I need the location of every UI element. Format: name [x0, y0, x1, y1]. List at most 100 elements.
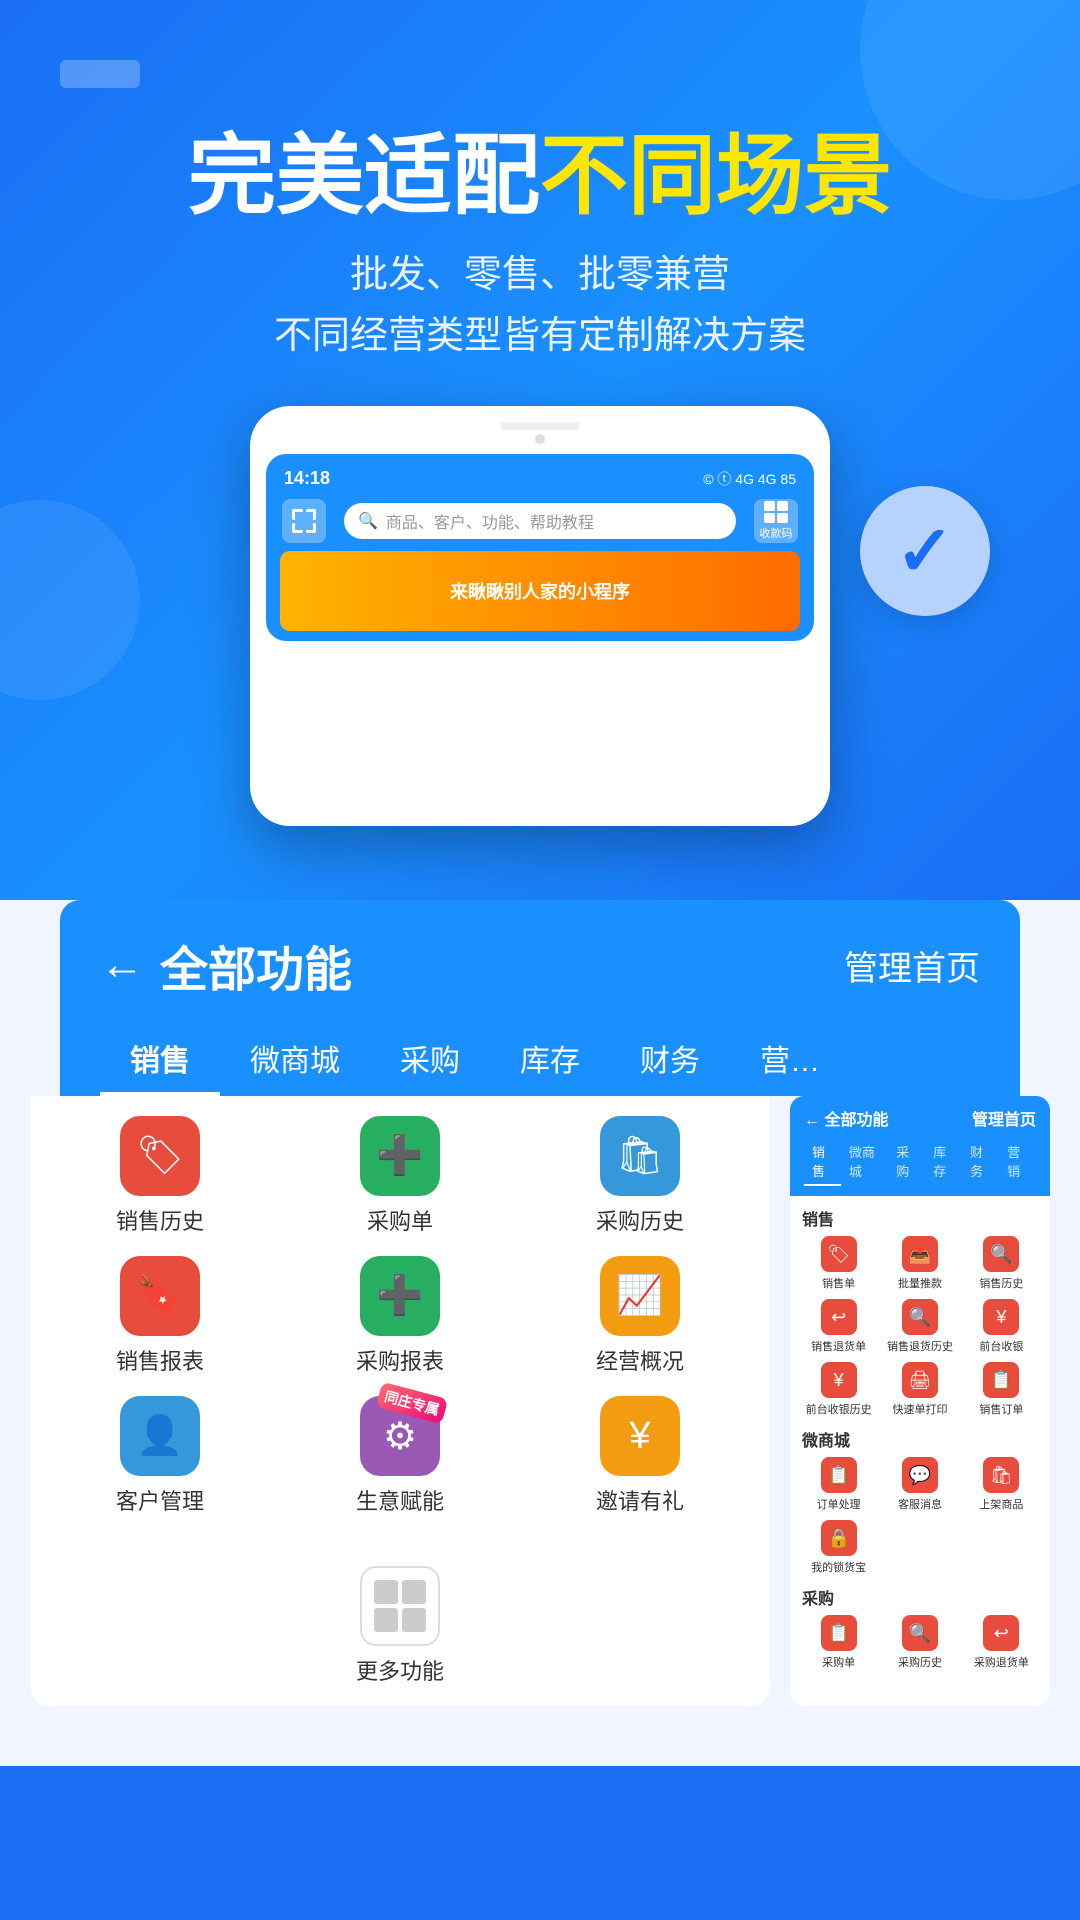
list-item: 🏷 销售单 — [802, 1236, 875, 1291]
tab-marketing[interactable]: 营… — [730, 1024, 850, 1096]
mini-purchase-return-label: 采购退货单 — [974, 1654, 1029, 1670]
mini-sales-history-label: 销售历史 — [979, 1275, 1023, 1291]
list-item: 🖨 快速单打印 — [883, 1362, 956, 1417]
more-functions-icon[interactable] — [360, 1566, 440, 1646]
qr-label: 收款码 — [760, 525, 793, 541]
mini-sales-orders-label: 销售订单 — [979, 1401, 1023, 1417]
tab-sales[interactable]: 销售 — [100, 1024, 220, 1096]
list-item: 🔖 销售报表 — [50, 1256, 270, 1376]
function-tabs: 销售 微商城 采购 库存 财务 营… — [100, 1024, 980, 1096]
mini-tab-marketing[interactable]: 营销 — [999, 1138, 1036, 1186]
headline-sub: 批发、零售、批零兼营 不同经营类型皆有定制解决方案 — [60, 245, 1020, 367]
mini-sales-order-icon[interactable]: 🏷 — [821, 1236, 857, 1272]
business-enable-label: 生意赋能 — [356, 1484, 444, 1516]
phone-status-bar: 14:18 © ⓣ 4G 4G 85 — [276, 464, 804, 493]
mini-tab-purchase[interactable]: 采购 — [888, 1138, 925, 1186]
mini-batch-push-icon[interactable]: 📤 — [902, 1236, 938, 1272]
mini-mini-shop-title: 微商城 — [802, 1427, 1038, 1451]
list-item: ⚙ 同庄专属 生意赋能 — [290, 1396, 510, 1516]
mini-tab-mini-shop[interactable]: 微商城 — [841, 1138, 888, 1186]
mini-quick-print-icon[interactable]: 🖨 — [902, 1362, 938, 1398]
phone-signal-icons: © ⓣ 4G 4G 85 — [703, 469, 796, 489]
business-enable-icon[interactable]: ⚙ 同庄专属 — [360, 1396, 440, 1476]
mini-tab-inventory[interactable]: 库存 — [925, 1138, 962, 1186]
mini-cashier-hist-icon[interactable]: ¥ — [821, 1362, 857, 1398]
invite-gift-label: 邀请有礼 — [596, 1484, 684, 1516]
phone-screen: 14:18 © ⓣ 4G 4G 85 🔍 — [266, 454, 814, 641]
qr-button[interactable]: 收款码 — [754, 499, 798, 543]
mini-sales-orders-icon[interactable]: 📋 — [983, 1362, 1019, 1398]
list-item: ¥ 邀请有礼 — [530, 1396, 750, 1516]
scan-button[interactable] — [282, 499, 326, 543]
mini-purchase-hist-label: 采购历史 — [898, 1654, 942, 1670]
mini-list-goods-icon[interactable]: 🛍 — [983, 1457, 1019, 1493]
mini-customer-msg-icon[interactable]: 💬 — [902, 1457, 938, 1493]
function-bar-title-text: 全部功能 — [160, 930, 352, 1000]
tab-purchase[interactable]: 采购 — [370, 1024, 490, 1096]
tab-mini-shop[interactable]: 微商城 — [220, 1024, 370, 1096]
purchase-report-icon[interactable]: ➕ — [360, 1256, 440, 1336]
purchase-report-label: 采购报表 — [356, 1344, 444, 1376]
mini-manage-home[interactable]: 管理首页 — [972, 1106, 1036, 1130]
list-item: 🏷 销售历史 — [50, 1116, 270, 1236]
mini-lock-goods-icon[interactable]: 🔒 — [821, 1520, 857, 1556]
mini-cashier-hist-label: 前台收银历史 — [806, 1401, 872, 1417]
list-item: 📋 订单处理 — [802, 1457, 875, 1512]
mini-order-proc-icon[interactable]: 📋 — [821, 1457, 857, 1493]
new-badge: 同庄专属 — [376, 1382, 448, 1425]
list-item: ↩ 采购退货单 — [965, 1615, 1038, 1670]
hero-headline: 完美适配不同场景 批发、零售、批零兼营 不同经营类型皆有定制解决方案 — [60, 128, 1020, 366]
tab-inventory[interactable]: 库存 — [490, 1024, 610, 1096]
right-panel: ← 全部功能 管理首页 销售 微商城 采购 库存 财务 营销 销售 🏷 销售单 … — [790, 1096, 1050, 1706]
back-arrow-icon[interactable]: ← — [100, 940, 144, 990]
mini-purchase-return-icon[interactable]: ↩ — [983, 1615, 1019, 1651]
mini-sales-title: 销售 — [802, 1206, 1038, 1230]
business-overview-icon[interactable]: 📈 — [600, 1256, 680, 1336]
more-functions-label: 更多功能 — [356, 1654, 444, 1686]
mockup-area: 14:18 © ⓣ 4G 4G 85 🔍 — [60, 406, 1020, 826]
left-panel: 🏷 销售历史 ➕ 采购单 🛍 采购历史 🔖 销售报表 ➕ 采购报表 📈 — [30, 1096, 770, 1706]
mini-purchase-grid: 📋 采购单 🔍 采购历史 ↩ 采购退货单 — [802, 1615, 1038, 1670]
list-item: ¥ 前台收银 — [965, 1299, 1038, 1354]
list-item: 🔍 采购历史 — [883, 1615, 956, 1670]
mini-purchase-title: 采购 — [802, 1585, 1038, 1609]
business-overview-label: 经营概况 — [596, 1344, 684, 1376]
mini-sales-history-icon[interactable]: 🔍 — [983, 1236, 1019, 1272]
list-item: ¥ 前台收银历史 — [802, 1362, 875, 1417]
tab-finance[interactable]: 财务 — [610, 1024, 730, 1096]
list-item: 🛍 采购历史 — [530, 1116, 750, 1236]
mini-quick-print-label: 快速单打印 — [892, 1401, 947, 1417]
sales-report-icon[interactable]: 🔖 — [120, 1256, 200, 1336]
purchase-order-icon[interactable]: ➕ — [360, 1116, 440, 1196]
mini-sales-return-label: 销售退货单 — [811, 1338, 866, 1354]
mini-header-row: ← 全部功能 管理首页 — [804, 1106, 1036, 1130]
function-bar: ← 全部功能 管理首页 销售 微商城 采购 库存 财务 营… — [60, 900, 1020, 1096]
search-bar[interactable]: 🔍 商品、客户、功能、帮助教程 — [344, 503, 736, 539]
purchase-history-icon[interactable]: 🛍 — [600, 1116, 680, 1196]
invite-gift-icon[interactable]: ¥ — [600, 1396, 680, 1476]
check-circle: ✓ — [860, 486, 990, 616]
function-bar-title: ← 全部功能 — [100, 930, 352, 1000]
mini-purchase-hist-icon[interactable]: 🔍 — [902, 1615, 938, 1651]
mini-sales-return-icon[interactable]: ↩ — [821, 1299, 857, 1335]
mini-shop-grid: 📋 订单处理 💬 客服消息 🛍 上架商品 🔒 我的锁货宝 — [802, 1457, 1038, 1575]
customer-mgmt-icon[interactable]: 👤 — [120, 1396, 200, 1476]
list-item: 🔒 我的锁货宝 — [802, 1520, 875, 1575]
list-item: 💬 客服消息 — [883, 1457, 956, 1512]
headline-white: 完美适配 — [188, 126, 540, 225]
mini-tab-finance[interactable]: 财务 — [962, 1138, 999, 1186]
mini-purchase-order-icon[interactable]: 📋 — [821, 1615, 857, 1651]
mini-purchase-order-label: 采购单 — [822, 1654, 855, 1670]
hero-section: 完美适配不同场景 批发、零售、批零兼营 不同经营类型皆有定制解决方案 14:18… — [0, 0, 1080, 900]
status-pill — [60, 60, 140, 88]
manage-home-link[interactable]: 管理首页 — [844, 941, 980, 990]
headline-main: 完美适配不同场景 — [60, 128, 1020, 225]
list-item: 🔍 销售历史 — [965, 1236, 1038, 1291]
mini-sales-return-hist-icon[interactable]: 🔍 — [902, 1299, 938, 1335]
list-item: 📤 批量推款 — [883, 1236, 956, 1291]
mini-tab-sales[interactable]: 销售 — [804, 1138, 841, 1186]
sales-history-icon[interactable]: 🏷 — [120, 1116, 200, 1196]
list-item: ➕ 采购报表 — [290, 1256, 510, 1376]
mini-back-label[interactable]: ← 全部功能 — [804, 1106, 888, 1130]
mini-cashier-icon[interactable]: ¥ — [983, 1299, 1019, 1335]
